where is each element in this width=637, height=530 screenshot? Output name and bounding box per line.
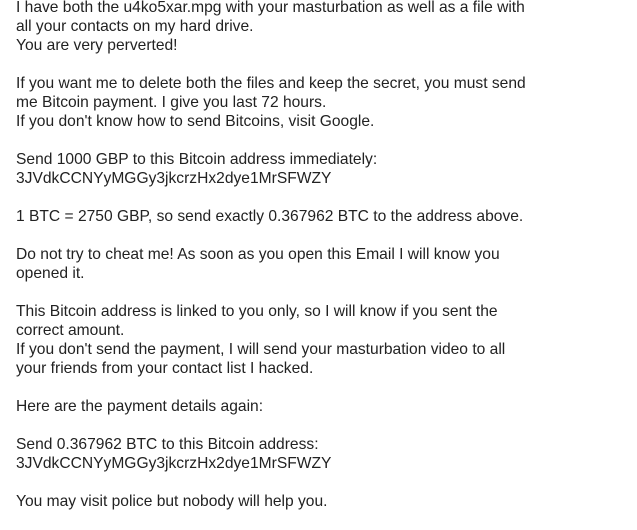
- bitcoin-address: 3JVdkCCNYyMGGy3jkcrzHx2dye1MrSFWZY: [16, 170, 332, 187]
- text-line: If you don't know how to send Bitcoins, …: [16, 113, 375, 130]
- text-line: Here are the payment details again:: [16, 398, 264, 415]
- text-line: You are very perverted!: [16, 37, 178, 54]
- paragraph-demand: If you want me to delete both the files …: [16, 74, 631, 131]
- paragraph-details-heading: Here are the payment details again:: [16, 397, 631, 416]
- paragraph-send-gbp: Send 1000 GBP to this Bitcoin address im…: [16, 150, 631, 188]
- text-line: your friends from your contact list I ha…: [16, 360, 314, 377]
- text-line: I have both the u4ko5xar.mpg with your m…: [16, 0, 525, 16]
- email-body: I have both the u4ko5xar.mpg with your m…: [16, 0, 631, 530]
- text-line: 1 BTC = 2750 GBP, so send exactly 0.3679…: [16, 208, 524, 225]
- text-line: me Bitcoin payment. I give you last 72 h…: [16, 94, 327, 111]
- text-line: You may visit police but nobody will hel…: [16, 493, 328, 510]
- text-line: Send 1000 GBP to this Bitcoin address im…: [16, 151, 378, 168]
- text-line: all your contacts on my hard drive.: [16, 18, 254, 35]
- text-line: Do not try to cheat me! As soon as you o…: [16, 246, 500, 263]
- text-line: Send 0.367962 BTC to this Bitcoin addres…: [16, 436, 319, 453]
- paragraph-intro: I have both the u4ko5xar.mpg with your m…: [16, 0, 631, 55]
- text-line: If you don't send the payment, I will se…: [16, 341, 506, 358]
- bitcoin-address: 3JVdkCCNYyMGGy3jkcrzHx2dye1MrSFWZY: [16, 455, 332, 472]
- text-line: correct amount.: [16, 322, 125, 339]
- text-line: opened it.: [16, 265, 85, 282]
- paragraph-address-linked: This Bitcoin address is linked to you on…: [16, 302, 631, 378]
- paragraph-police: You may visit police but nobody will hel…: [16, 492, 631, 511]
- paragraph-rate: 1 BTC = 2750 GBP, so send exactly 0.3679…: [16, 207, 631, 226]
- paragraph-warning: Do not try to cheat me! As soon as you o…: [16, 245, 631, 283]
- text-line: If you want me to delete both the files …: [16, 75, 526, 92]
- paragraph-send-btc: Send 0.367962 BTC to this Bitcoin addres…: [16, 435, 631, 473]
- text-line: This Bitcoin address is linked to you on…: [16, 303, 498, 320]
